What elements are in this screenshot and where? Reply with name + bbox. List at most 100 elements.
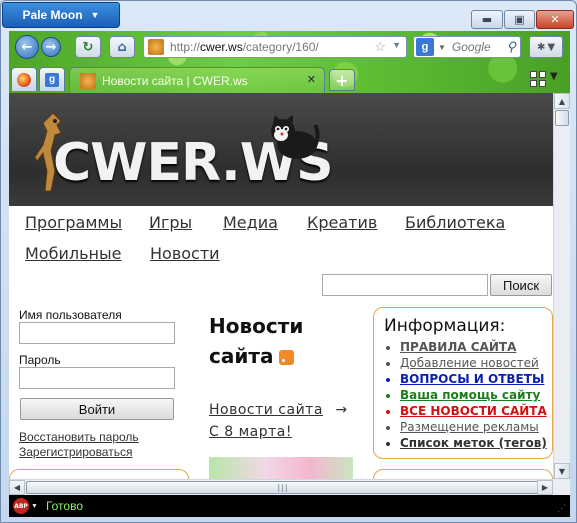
tab-title: Новости сайта | CWER.ws [102, 73, 248, 88]
site-search-input[interactable] [322, 274, 488, 296]
pinned-tab-2[interactable]: g [39, 67, 65, 91]
site-search-button[interactable]: Поиск [490, 274, 552, 296]
tab-menu-chevron-icon[interactable]: ▼ [550, 71, 558, 82]
scroll-down-icon[interactable]: ▼ [554, 463, 570, 479]
scroll-up-icon[interactable]: ▲ [554, 93, 570, 109]
adblock-icon[interactable]: ABP [13, 498, 29, 514]
search-bar[interactable]: g ▼ Google ⚲ [413, 36, 521, 58]
news-link[interactable]: Новости сайта → С 8 марта! [209, 399, 359, 443]
app-name: Pale Moon [22, 8, 83, 22]
page-title: Новости сайта [209, 311, 359, 371]
horizontal-scrollbar[interactable]: ◀ ||| ▶ [9, 479, 553, 495]
search-placeholder: Google [451, 40, 491, 54]
info-link-tags[interactable]: Список меток (тегов) [400, 436, 547, 450]
arrow-right-icon: → [335, 402, 348, 418]
chevron-down-icon: ▼ [90, 10, 100, 20]
extensions-button[interactable]: ✱ ▼ [529, 36, 563, 58]
info-link-add-news[interactable]: Добавление новостей [400, 356, 539, 370]
news-link-line2[interactable]: С 8 марта! [209, 424, 292, 440]
close-tab-icon[interactable]: ✕ [307, 73, 316, 86]
arrow-left-icon: ← [21, 39, 33, 55]
page-viewport: CWER.WS Программы Игры Медиа Креатив Биб… [9, 93, 553, 479]
puzzle-icon: ✱ [536, 41, 546, 53]
register-link[interactable]: Зарегистрироваться [19, 445, 132, 459]
tab-strip: g Новости сайта | CWER.ws ✕ + ▼ [9, 65, 570, 93]
scroll-right-icon[interactable]: ▶ [537, 480, 553, 495]
vertical-scroll-thumb[interactable] [555, 110, 569, 126]
left-block-top [9, 469, 189, 479]
info-box: Информация: ПРАВИЛА САЙТА Добавление нов… [373, 307, 553, 459]
url-path: /category/160/ [242, 40, 319, 54]
horizontal-scroll-thumb[interactable]: ||| [26, 481, 540, 494]
home-button[interactable]: ⌂ [109, 36, 135, 58]
url-history-dropdown-icon[interactable]: ▼ [392, 40, 401, 50]
chevron-down-icon: ▼ [547, 41, 556, 53]
scroll-left-icon[interactable]: ◀ [9, 480, 25, 495]
reload-button[interactable]: ↻ [75, 36, 101, 58]
menu-item-mobile[interactable]: Мобильные [25, 244, 121, 263]
home-icon: ⌂ [117, 39, 127, 55]
cat-mascot-icon [271, 115, 320, 159]
google-icon: g [45, 72, 59, 87]
info-link-faq[interactable]: ВОПРОСЫ И ОТВЕТЫ [400, 372, 544, 386]
menu-item-news[interactable]: Новости [150, 244, 220, 263]
maximize-button[interactable]: ▣ [504, 10, 535, 29]
bookmark-star-icon[interactable]: ☆ [374, 39, 386, 55]
url-host: cwer.ws [200, 40, 243, 54]
forward-button[interactable]: → [41, 37, 61, 57]
search-engine-icon[interactable]: g [416, 38, 434, 56]
right-block-top [373, 469, 553, 479]
menu-item-library[interactable]: Библиотека [405, 213, 505, 232]
url-bar[interactable]: http:// cwer.ws /category/160/ ☆ ▼ [143, 36, 407, 58]
info-link-ads[interactable]: Размещение рекламы [400, 420, 539, 434]
info-item-add-news: Добавление новостей [400, 355, 552, 371]
status-bar: ABP ▼ Готово ⋰ [9, 495, 570, 517]
reload-icon: ↻ [82, 39, 94, 55]
minimize-button[interactable]: ▬ [471, 10, 503, 29]
menu-item-creative[interactable]: Креатив [307, 213, 377, 232]
tab-active[interactable]: Новости сайта | CWER.ws ✕ [69, 67, 325, 93]
info-link-rules[interactable]: ПРАВИЛА САЙТА [400, 340, 516, 354]
arrow-right-icon: → [45, 39, 57, 55]
browser-window: Pale Moon ▼ ▬ ▣ ✕ ← → ↻ ⌂ http:// cwer.w… [0, 0, 577, 523]
password-field[interactable] [19, 367, 175, 389]
restore-password-link[interactable]: Восстановить пароль [19, 430, 139, 444]
firefox-icon [17, 72, 31, 87]
resize-grip-icon[interactable]: ⋰ [557, 503, 566, 514]
info-item-ads: Размещение рекламы [400, 419, 552, 435]
site-banner: CWER.WS [9, 93, 553, 206]
new-tab-button[interactable]: + [329, 69, 355, 91]
info-link-help[interactable]: Ваша помощь сайту [400, 388, 540, 402]
password-label: Пароль [19, 353, 61, 367]
site-favicon-icon [80, 72, 96, 89]
menu-item-games[interactable]: Игры [149, 213, 192, 232]
vertical-scrollbar[interactable]: ▲ ▼ [553, 93, 570, 479]
pinned-tab-1[interactable] [11, 67, 37, 91]
list-all-tabs-icon[interactable] [530, 71, 546, 87]
news-thumbnail-image[interactable] [209, 457, 353, 479]
menu-item-media[interactable]: Медиа [223, 213, 278, 232]
back-button[interactable]: ← [15, 35, 39, 59]
info-item-faq: ВОПРОСЫ И ОТВЕТЫ [400, 371, 552, 387]
search-icon[interactable]: ⚲ [506, 39, 516, 55]
info-box-title: Информация: [384, 316, 506, 336]
rss-icon[interactable] [279, 350, 295, 365]
info-item-all-news: ВСЕ НОВОСТИ САЙТА [400, 403, 552, 419]
info-list: ПРАВИЛА САЙТА Добавление новостей ВОПРОС… [384, 339, 552, 451]
site-favicon-icon [148, 39, 164, 55]
news-link-line1[interactable]: Новости сайта [209, 402, 323, 418]
menu-item-programs[interactable]: Программы [25, 213, 122, 232]
chevron-down-icon[interactable]: ▼ [31, 503, 38, 510]
status-text: Готово [45, 499, 83, 513]
info-item-tags: Список меток (тегов) [400, 435, 552, 451]
chevron-down-icon: ▼ [438, 42, 446, 52]
info-item-help: Ваша помощь сайту [400, 387, 552, 403]
app-menu-button[interactable]: Pale Moon ▼ [2, 2, 120, 28]
info-link-all-news[interactable]: ВСЕ НОВОСТИ САЙТА [400, 404, 547, 418]
info-item-rules: ПРАВИЛА САЙТА [400, 339, 552, 355]
login-button[interactable]: Войти [20, 398, 174, 420]
close-button[interactable]: ✕ [536, 10, 574, 29]
url-scheme: http:// [170, 40, 201, 54]
username-field[interactable] [19, 322, 175, 344]
scroll-corner [553, 479, 570, 495]
